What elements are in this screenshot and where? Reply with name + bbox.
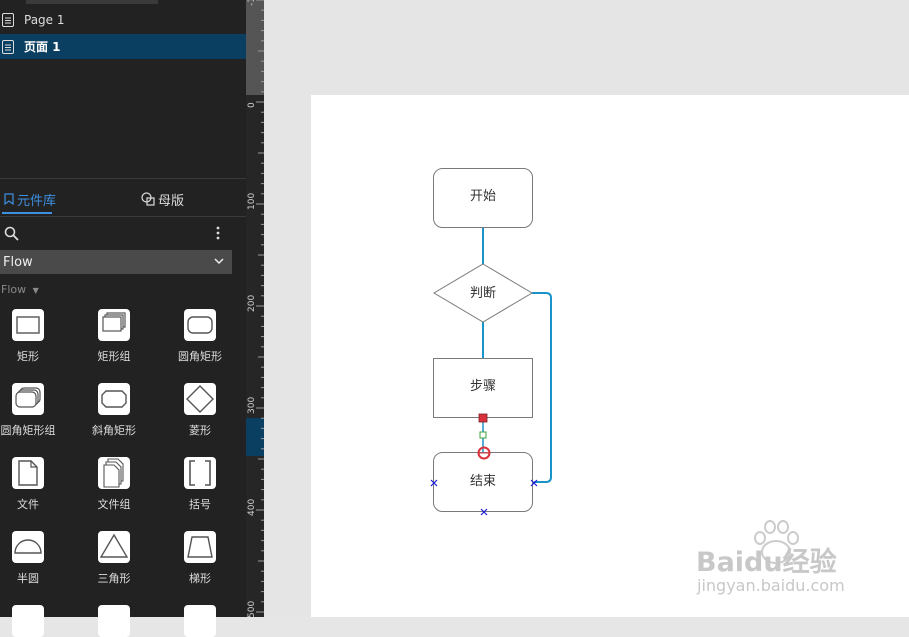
connector-decision-end[interactable] <box>532 292 552 483</box>
watermark-url: jingyan.baidu.com <box>697 576 845 595</box>
watermark-logo: Baidu经验 jingyan.baidu.com <box>696 518 866 598</box>
start-node-label: 开始 <box>470 189 496 204</box>
step-node-label: 步骤 <box>470 379 496 394</box>
watermark-brand: Baidu经验 <box>696 547 837 578</box>
end-node-label: 结束 <box>470 474 496 489</box>
connector-mid-handle[interactable] <box>479 431 487 439</box>
connector-start-handle[interactable] <box>478 413 488 423</box>
decision-node-label: 判断 <box>470 286 496 301</box>
